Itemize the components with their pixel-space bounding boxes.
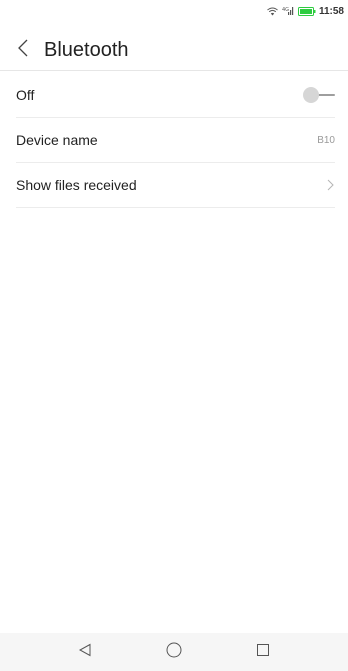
show-files-received-row[interactable]: Show files received [16,163,335,208]
bluetooth-toggle-row[interactable]: Off [16,73,335,118]
nav-home-button[interactable] [154,637,194,667]
bluetooth-toggle-label: Off [16,87,35,103]
page-title: Bluetooth [44,38,129,61]
toggle-knob [303,87,319,103]
back-triangle-icon [78,643,92,662]
device-name-label: Device name [16,132,98,148]
recents-square-icon [256,643,270,662]
back-button[interactable] [0,30,38,70]
nav-back-button[interactable] [65,637,105,667]
settings-list: Off Device name B10 Show files received [16,73,335,208]
nav-recents-button[interactable] [243,637,283,667]
battery-icon [297,6,316,16]
signal-icon: 4G [282,6,294,16]
status-bar: 4G 11:58 [0,0,348,22]
chevron-right-icon [325,178,335,192]
system-nav-bar [0,633,348,671]
device-name-value: B10 [317,134,335,146]
chevron-left-icon [18,39,28,62]
show-files-received-label: Show files received [16,177,137,193]
bluetooth-toggle-switch[interactable] [303,86,335,104]
bluetooth-settings-screen: 4G 11:58 Bluetooth Off Device name B10 S… [0,0,348,671]
device-name-row[interactable]: Device name B10 [16,118,335,163]
home-circle-icon [166,642,182,663]
status-time: 11:58 [318,5,344,17]
wifi-icon [267,7,278,16]
app-header: Bluetooth [0,30,348,71]
